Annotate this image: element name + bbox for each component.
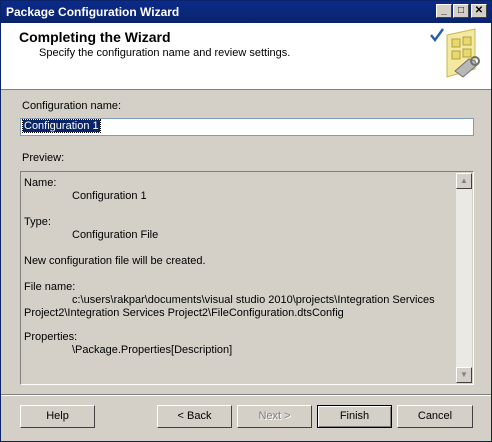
preview-name-value: Configuration 1	[72, 190, 147, 202]
preview-properties-value: \Package.Properties[Description]	[72, 344, 233, 356]
preview-type-key: Type:	[24, 216, 51, 228]
maximize-button[interactable]: □	[453, 4, 469, 18]
help-button[interactable]: Help	[20, 405, 95, 428]
preview-type-value: Configuration File	[72, 229, 159, 241]
preview-file-value-line1: c:\users\rakpar\documents\visual studio …	[72, 294, 435, 306]
wizard-window: Package Configuration Wizard _ □ ✕ Compl…	[0, 0, 492, 442]
preview-properties-key: Properties:	[24, 331, 78, 343]
cancel-button[interactable]: Cancel	[397, 405, 473, 428]
window-title: Package Configuration Wizard	[6, 5, 180, 19]
next-button[interactable]: Next >	[237, 405, 312, 428]
configuration-name-label: Configuration name:	[22, 100, 122, 112]
preview-scrollbar[interactable]: ▲ ▼	[456, 173, 472, 383]
configuration-name-value: Configuration 1	[22, 119, 101, 133]
page-subtitle: Specify the configuration name and revie…	[39, 47, 291, 59]
scroll-up-arrow-icon[interactable]: ▲	[456, 173, 472, 189]
back-button[interactable]: < Back	[157, 405, 232, 428]
footer-divider	[1, 394, 491, 396]
finish-button[interactable]: Finish	[317, 405, 392, 428]
scroll-down-arrow-icon[interactable]: ▼	[456, 367, 472, 383]
wizard-header: Completing the Wizard Specify the config…	[1, 23, 491, 90]
page-title: Completing the Wizard	[19, 29, 171, 45]
minimize-button[interactable]: _	[436, 4, 452, 18]
preview-textbox[interactable]: Name: Configuration 1 Type: Configuratio…	[20, 171, 474, 385]
wizard-checklist-icon	[430, 28, 480, 78]
preview-file-key: File name:	[24, 281, 76, 293]
close-button[interactable]: ✕	[471, 4, 487, 18]
configuration-name-input[interactable]: Configuration 1	[20, 118, 474, 136]
preview-label: Preview:	[22, 152, 65, 164]
preview-content: Name: Configuration 1 Type: Configuratio…	[22, 173, 455, 383]
title-bar[interactable]: Package Configuration Wizard _ □ ✕	[1, 1, 491, 23]
preview-note: New configuration file will be created.	[24, 255, 206, 267]
preview-file-value-line2: Project2\Integration Services Project2\F…	[24, 307, 344, 319]
preview-name-key: Name:	[24, 177, 57, 189]
